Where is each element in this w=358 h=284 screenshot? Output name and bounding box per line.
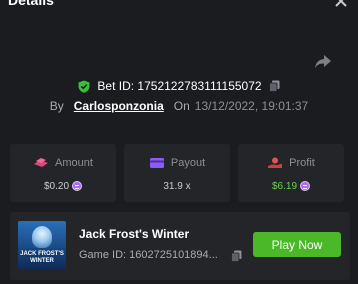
stat-amount-value: $0.20	[43, 180, 70, 192]
profit-hand-icon	[268, 157, 283, 168]
stat-amount-label: Amount	[55, 157, 93, 169]
bet-id-text: Bet ID: 1752122783111155072	[97, 79, 262, 93]
shield-check-icon	[78, 80, 90, 93]
stat-payout-label: Payout	[170, 157, 206, 169]
bet-id-row: Bet ID: 1752122783111155072	[0, 77, 358, 95]
by-label: By	[49, 99, 64, 113]
copy-icon[interactable]	[231, 250, 242, 262]
bet-stats: Amount $0.20 Payout 31.9 x Profit $6.19	[10, 144, 344, 202]
stat-profit-value: $6.19	[271, 180, 298, 192]
payout-card-icon	[149, 158, 164, 168]
copy-icon[interactable]	[268, 80, 280, 92]
bet-datetime: 13/12/2022, 19:01:37	[194, 99, 309, 113]
game-id-text: Game ID: 1602725101894...	[79, 249, 218, 261]
dialog-title: Details	[8, 0, 54, 8]
stat-amount: Amount $0.20	[10, 144, 116, 202]
username-link[interactable]: Carlosponzonia	[74, 99, 164, 113]
thumbnail-logo-text: JACK FROST'S WINTER	[20, 251, 64, 264]
game-thumbnail[interactable]: JACK FROST'S WINTER	[18, 221, 66, 269]
play-now-button[interactable]: Play Now	[253, 232, 341, 257]
stat-payout: Payout 31.9 x	[124, 144, 230, 202]
close-icon[interactable]	[334, 0, 348, 8]
dialog-header: Details	[0, 0, 358, 10]
stat-profit-label: Profit	[289, 157, 315, 169]
thumbnail-character	[32, 226, 52, 248]
on-label: On	[173, 99, 190, 113]
share-arrow-icon[interactable]	[314, 54, 332, 70]
bet-author-row: By Carlosponzonia On 13/12/2022, 19:01:3…	[0, 97, 358, 115]
game-card: JACK FROST'S WINTER Jack Frost's Winter …	[10, 212, 350, 280]
currency-coin-icon	[300, 181, 311, 191]
bet-stack-icon	[34, 158, 49, 167]
stat-profit: Profit $6.19	[238, 144, 344, 202]
currency-coin-icon	[72, 181, 83, 191]
stat-payout-value: 31.9 x	[163, 180, 191, 192]
game-title: Jack Frost's Winter	[79, 227, 190, 241]
